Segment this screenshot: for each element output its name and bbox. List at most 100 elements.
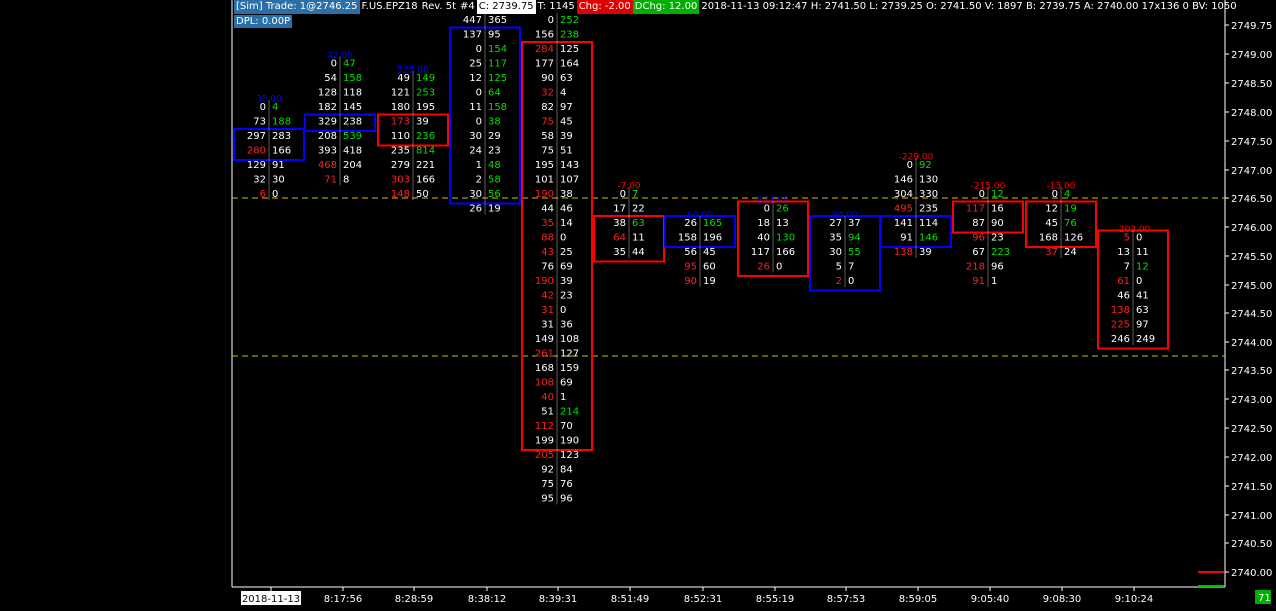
chart-canvas[interactable]: 2749.75 2749.00 2748.50 2748.00 2747.50 2747.… (0, 0, 1276, 607)
price-tick-label: 2740.50 (1231, 539, 1272, 550)
bid-volume-cell: 37 (1045, 247, 1058, 258)
bid-volume-cell: 0 (907, 160, 913, 171)
ask-volume-cell: 76 (1064, 218, 1077, 229)
bid-volume-cell: 284 (535, 44, 554, 55)
ask-volume-cell: 22 (632, 204, 645, 215)
bid-volume-cell: 177 (535, 59, 554, 70)
bid-volume-cell: 0 (979, 189, 985, 200)
bid-volume-cell: 112 (535, 421, 554, 432)
bid-volume-cell: 12 (469, 73, 482, 84)
bid-volume-cell: 121 (391, 88, 410, 99)
ask-volume-cell: 12 (1136, 262, 1149, 273)
ask-volume-cell: 19 (1064, 204, 1077, 215)
bid-volume-cell: 235 (391, 146, 410, 157)
bid-volume-cell: 35 (613, 247, 626, 258)
footprint-chart[interactable]: 2749.75 2749.00 2748.50 2748.00 2747.50 2747.… (0, 0, 1276, 607)
ask-volume-cell: 58 (488, 175, 501, 186)
ask-volume-cell: 143 (560, 160, 579, 171)
bid-volume-cell: 117 (966, 204, 985, 215)
ask-volume-cell: 166 (272, 146, 291, 157)
price-tick-label: 2741.00 (1231, 511, 1272, 522)
ask-volume-cell: 50 (416, 189, 429, 200)
bid-volume-cell: 129 (247, 160, 266, 171)
ask-volume-cell: 330 (919, 189, 938, 200)
bid-volume-cell: 0 (476, 117, 482, 128)
ask-volume-cell: 118 (343, 88, 362, 99)
bid-volume-cell: 40 (757, 233, 770, 244)
ask-volume-cell: 159 (560, 363, 579, 374)
sim-trade-label[interactable]: [Sim] Trade: 1@2746.25 (234, 0, 360, 14)
ask-volume-cell: 123 (560, 450, 579, 461)
ask-volume-cell: 223 (991, 247, 1010, 258)
price-tick-label: 2743.00 (1231, 395, 1272, 406)
ask-volume-cell: 70 (560, 421, 573, 432)
ask-volume-cell: 146 (919, 233, 938, 244)
ask-volume-cell: 41 (1136, 291, 1149, 302)
ask-volume-cell: 44 (632, 247, 645, 258)
bid-volume-cell: 11 (469, 102, 482, 113)
ask-volume-cell: 283 (272, 131, 291, 142)
ask-volume-cell: 36 (560, 320, 573, 331)
time-tick-label: 8:51:49 (611, 594, 650, 605)
bid-volume-cell: 71 (324, 175, 337, 186)
bid-volume-cell: 35 (541, 218, 554, 229)
bid-volume-cell: 208 (318, 131, 337, 142)
price-tick-label: 2746.00 (1231, 223, 1272, 234)
ask-volume-cell: 16 (991, 204, 1004, 215)
ask-volume-cell: 29 (488, 131, 501, 142)
ask-volume-cell: 125 (560, 44, 579, 55)
ask-volume-cell: 145 (343, 102, 362, 113)
ask-volume-cell: 0 (776, 262, 782, 273)
bid-volume-cell: 137 (463, 30, 482, 41)
bid-volume-cell: 6 (260, 189, 266, 200)
rev-label: Rev. 5t (421, 1, 457, 12)
bid-volume-cell: 64 (613, 233, 626, 244)
bid-volume-cell: 87 (972, 218, 985, 229)
bid-volume-cell: 58 (541, 131, 554, 142)
bid-volume-cell: 141 (894, 218, 913, 229)
ask-volume-cell: 46 (560, 204, 573, 215)
price-tick-label: 2741.50 (1231, 482, 1272, 493)
change-label: Chg: -2.00 (576, 0, 633, 14)
bid-volume-cell: 26 (469, 204, 482, 215)
ask-volume-cell: 63 (560, 73, 573, 84)
bid-volume-cell: 2 (476, 175, 482, 186)
bid-volume-cell: 24 (469, 146, 482, 157)
ask-volume-cell: 39 (919, 247, 932, 258)
ask-volume-cell: 0 (848, 276, 854, 287)
ask-volume-cell: 539 (343, 131, 362, 142)
bid-volume-cell: 329 (318, 117, 337, 128)
price-tick-label: 2740.00 (1231, 568, 1272, 579)
ask-volume-cell: 130 (919, 175, 938, 186)
bid-volume-cell: 75 (541, 117, 554, 128)
ask-volume-cell: 4 (1064, 189, 1070, 200)
time-tick-label: 8:52:31 (684, 594, 723, 605)
ask-volume-cell: 97 (560, 102, 573, 113)
bid-volume-cell: 447 (463, 15, 482, 26)
bid-volume-cell: 91 (900, 233, 913, 244)
bid-volume-cell: 225 (1111, 320, 1130, 331)
bid-volume-cell: 54 (324, 73, 337, 84)
bid-volume-cell: 195 (535, 160, 554, 171)
ask-volume-cell: 158 (343, 73, 362, 84)
price-tick-label: 2743.50 (1231, 366, 1272, 377)
bid-volume-cell: 18 (757, 218, 770, 229)
bid-volume-cell: 1 (476, 160, 482, 171)
bid-volume-cell: 303 (391, 175, 410, 186)
ask-volume-cell: 249 (1136, 334, 1155, 345)
bid-volume-cell: 95 (541, 494, 554, 505)
bid-volume-cell: 75 (541, 479, 554, 490)
bid-volume-cell: 148 (391, 189, 410, 200)
time-tick-label: 8:38:12 (468, 594, 507, 605)
bid-volume-cell: 495 (894, 204, 913, 215)
ask-volume-cell: 130 (776, 233, 795, 244)
ask-volume-cell: 23 (991, 233, 1004, 244)
ticks-label: T: 1145 (537, 1, 575, 12)
bid-volume-cell: 138 (1111, 305, 1130, 316)
ask-volume-cell: 0 (1136, 276, 1142, 287)
ask-volume-cell: 47 (343, 59, 356, 70)
ask-volume-cell: 188 (272, 117, 291, 128)
bid-volume-cell: 393 (318, 146, 337, 157)
ask-volume-cell: 235 (919, 204, 938, 215)
bid-volume-cell: 91 (972, 276, 985, 287)
